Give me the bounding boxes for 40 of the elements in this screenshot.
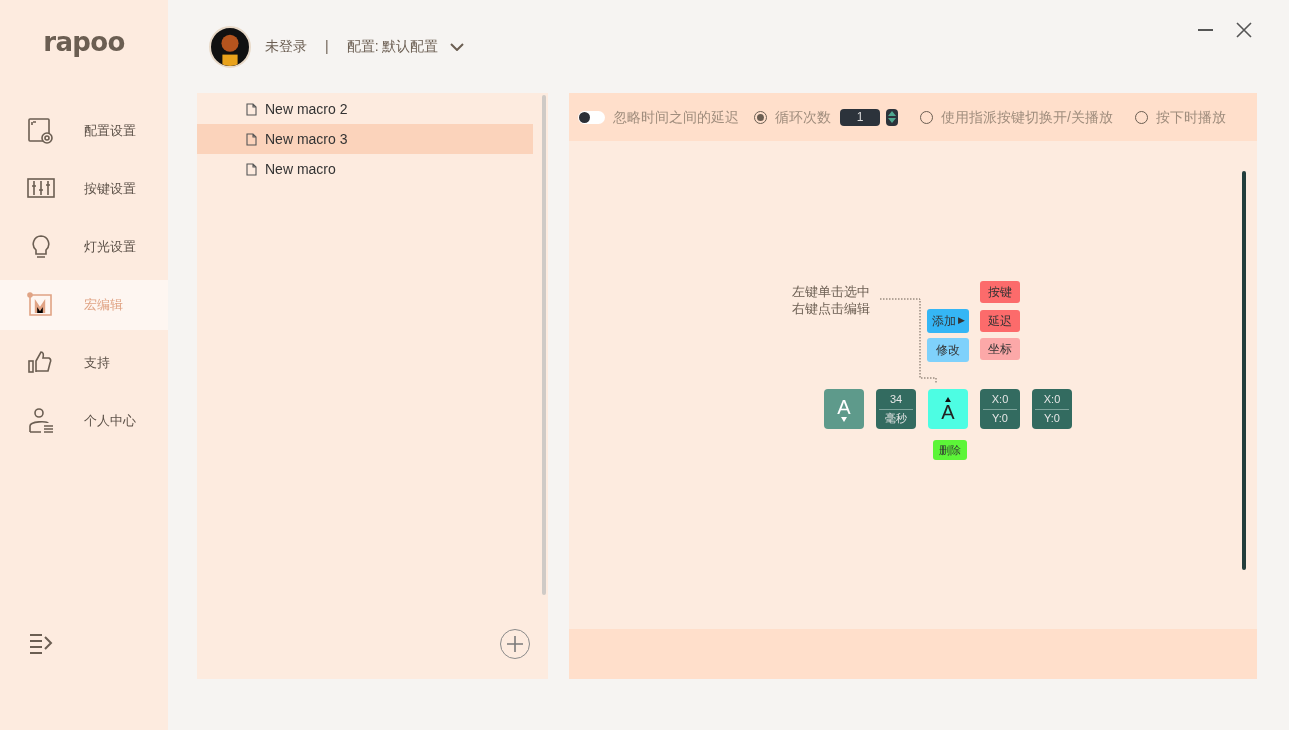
toggle-switch[interactable]	[578, 110, 605, 124]
file-icon	[246, 162, 257, 176]
profile-icon	[27, 117, 55, 145]
macro-item[interactable]: New macro	[197, 154, 533, 184]
spinner-icon[interactable]	[886, 108, 898, 126]
file-icon	[246, 102, 257, 116]
profile-dropdown[interactable]: 配置: 默认配置	[346, 36, 465, 57]
chevron-down-icon	[450, 42, 465, 51]
menu-button[interactable]: 添加 ▶	[927, 309, 969, 333]
nav-item[interactable]: 配置设置	[0, 106, 168, 156]
hint-text: 右键点击编辑	[792, 300, 870, 317]
option-label: 忽略时间之间的延迟	[613, 107, 739, 127]
submenu-item[interactable]: 延迟	[980, 309, 1020, 332]
user-icon	[27, 407, 55, 435]
close-button[interactable]	[1235, 21, 1253, 39]
collapse-menu-icon[interactable]	[28, 632, 54, 654]
macro-item[interactable]: New macro 2	[197, 94, 533, 124]
nav-item[interactable]: 灯光设置	[0, 222, 168, 272]
avatar[interactable]	[209, 25, 251, 68]
nav-item[interactable]: 支持	[0, 338, 168, 388]
coordinate-event[interactable]: X:0 Y:0	[980, 389, 1020, 429]
macro-item[interactable]: New macro 3	[197, 124, 533, 154]
hint-text: 左键单击选中	[792, 283, 870, 300]
submenu-item[interactable]: 按键	[980, 281, 1020, 303]
nav-item[interactable]: 个人中心	[0, 396, 168, 446]
nav-item[interactable]: 按键设置	[0, 164, 168, 214]
menu-button[interactable]: 修改	[927, 338, 969, 362]
loop-count-field[interactable]: 1	[840, 108, 880, 126]
login-status[interactable]: 未登录	[265, 36, 307, 57]
file-icon	[246, 132, 257, 146]
coordinate-event[interactable]: X:0 Y:0	[1032, 389, 1072, 429]
separator: |	[325, 37, 329, 56]
radio-label: 使用指派按键切换开/关播放	[941, 107, 1113, 127]
delete-button[interactable]: 删除	[933, 440, 967, 460]
radio-label: 按下时播放	[1155, 107, 1226, 127]
radio-label: 循环次数	[775, 107, 831, 127]
key-event[interactable]: A	[928, 389, 968, 429]
delay-event[interactable]: 34 毫秒	[876, 389, 916, 429]
logo: rapoo	[43, 25, 125, 59]
macro-icon	[27, 291, 55, 319]
